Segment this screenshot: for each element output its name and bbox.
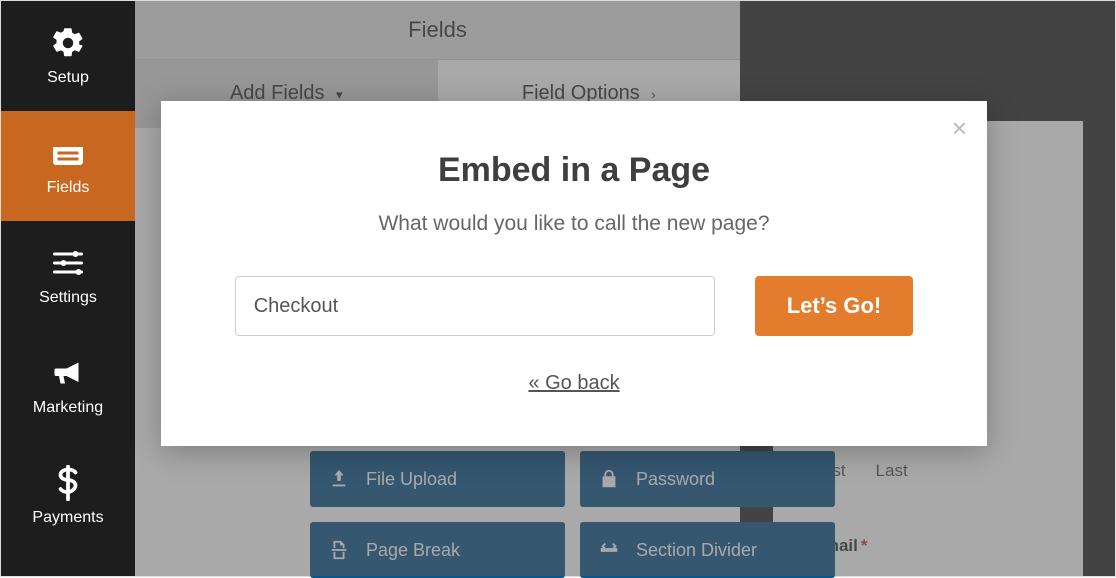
sidebar-item-fields[interactable]: Fields — [1, 111, 135, 221]
modal-title: Embed in a Page — [221, 151, 927, 190]
sidebar-item-label: Payments — [32, 509, 103, 527]
lets-go-button[interactable]: Let’s Go! — [755, 276, 914, 336]
sidebar-item-settings[interactable]: Settings — [1, 221, 135, 331]
modal-subtitle: What would you like to call the new page… — [221, 212, 927, 236]
sidebar-item-marketing[interactable]: Marketing — [1, 331, 135, 441]
sidebar-item-setup[interactable]: Setup — [1, 1, 135, 111]
sidebar-item-label: Setup — [47, 69, 89, 87]
sidebar-item-label: Fields — [47, 179, 90, 197]
sidebar-item-payments[interactable]: Payments — [1, 441, 135, 551]
embed-page-modal: × Embed in a Page What would you like to… — [161, 101, 987, 446]
page-name-input[interactable] — [235, 276, 715, 336]
sidebar-item-label: Settings — [39, 289, 97, 307]
sidebar-item-label: Marketing — [33, 399, 103, 417]
form-icon — [50, 135, 86, 171]
sliders-icon — [50, 245, 86, 281]
dollar-icon — [50, 465, 86, 501]
megaphone-icon — [50, 355, 86, 391]
go-back-link[interactable]: « Go back — [528, 372, 619, 395]
gear-icon — [50, 25, 86, 61]
sidebar: Setup Fields Settings Marketing Payments — [1, 1, 135, 576]
close-icon[interactable]: × — [952, 115, 967, 141]
